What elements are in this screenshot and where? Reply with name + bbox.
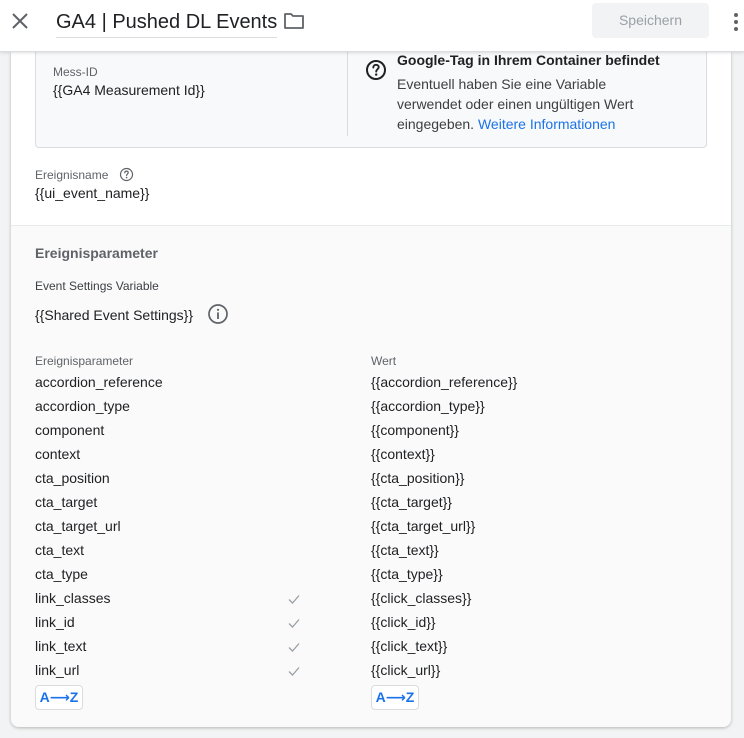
value-column-header: Wert	[371, 354, 397, 368]
param-value[interactable]: {{cta_target_url}}	[371, 518, 475, 534]
param-name[interactable]: link_id	[35, 614, 75, 630]
warning-text: Eventuell haben Sie eine Variable verwen…	[397, 74, 657, 134]
event-settings-value[interactable]: {{Shared Event Settings}}	[35, 307, 193, 323]
table-row: cta_text {{cta_text}}	[11, 539, 731, 563]
table-row: cta_target_url {{cta_target_url}}	[11, 515, 731, 539]
param-value[interactable]: {{click_id}}	[371, 614, 436, 630]
more-vert-icon[interactable]	[728, 10, 744, 34]
param-value[interactable]: {{accordion_reference}}	[371, 374, 517, 390]
param-table: accordion_reference {{accordion_reference…	[11, 371, 731, 683]
param-name[interactable]: accordion_type	[35, 398, 130, 414]
sort-params-button[interactable]: A⟶Z	[35, 685, 83, 710]
help-circle-icon	[365, 59, 387, 81]
section-heading: Ereignisparameter	[35, 245, 158, 261]
param-name[interactable]: accordion_reference	[35, 374, 163, 390]
divider	[347, 52, 348, 136]
param-name[interactable]: cta_position	[35, 470, 110, 486]
param-value[interactable]: {{context}}	[371, 446, 435, 462]
close-icon[interactable]	[8, 9, 32, 33]
param-column-header: Ereignisparameter	[35, 354, 134, 368]
param-name[interactable]: context	[35, 446, 80, 462]
check-icon	[286, 615, 302, 631]
check-icon	[286, 639, 302, 655]
table-row: accordion_type {{accordion_type}}	[11, 395, 731, 419]
table-row: cta_target {{cta_target}}	[11, 491, 731, 515]
param-value[interactable]: {{click_url}}	[371, 662, 440, 678]
param-name[interactable]: link_text	[35, 638, 86, 654]
param-name[interactable]: cta_text	[35, 542, 84, 558]
table-row: cta_type {{cta_type}}	[11, 563, 731, 587]
folder-icon[interactable]	[282, 10, 306, 32]
table-row: accordion_reference {{accordion_reference…	[11, 371, 731, 395]
param-name[interactable]: component	[35, 422, 104, 438]
event-name-label: Ereignisname	[35, 168, 109, 182]
event-settings-label: Event Settings Variable	[35, 279, 159, 293]
table-row: link_url {{click_url}}	[11, 659, 731, 683]
check-icon	[286, 663, 302, 679]
param-name[interactable]: cta_target_url	[35, 518, 121, 534]
table-row: link_text {{click_text}}	[11, 635, 731, 659]
event-name-value[interactable]: {{ui_event_name}}	[35, 185, 149, 201]
param-value[interactable]: {{component}}	[371, 422, 459, 438]
param-value[interactable]: {{cta_text}}	[371, 542, 439, 558]
param-name[interactable]: link_url	[35, 662, 79, 678]
warning-title: Google-Tag in Ihrem Container befindet	[397, 52, 660, 68]
learn-more-link[interactable]: Weitere Informationen	[478, 116, 615, 132]
param-value[interactable]: {{click_text}}	[371, 638, 447, 654]
param-name[interactable]: link_classes	[35, 590, 110, 606]
top-bar: GA4 | Pushed DL Events Speichern	[0, 0, 744, 52]
table-row: context {{context}}	[11, 443, 731, 467]
table-row: link_id {{click_id}}	[11, 611, 731, 635]
sort-values-button[interactable]: A⟶Z	[371, 685, 419, 710]
measurement-id-value[interactable]: {{GA4 Measurement Id}}	[53, 82, 205, 98]
table-row: cta_position {{cta_position}}	[11, 467, 731, 491]
param-value[interactable]: {{cta_type}}	[371, 566, 443, 582]
save-button[interactable]: Speichern	[592, 3, 709, 38]
param-value[interactable]: {{cta_target}}	[371, 494, 452, 510]
table-row: link_classes {{click_classes}}	[11, 587, 731, 611]
info-icon[interactable]	[207, 303, 229, 325]
help-icon[interactable]	[119, 167, 134, 182]
table-row: component {{component}}	[11, 419, 731, 443]
tag-config-card: Mess-ID {{GA4 Measurement Id}} Google-Ta…	[11, 52, 731, 727]
tag-title[interactable]: GA4 | Pushed DL Events	[56, 9, 278, 38]
measurement-config-box: Mess-ID {{GA4 Measurement Id}} Google-Ta…	[35, 52, 707, 148]
param-name[interactable]: cta_type	[35, 566, 88, 582]
param-name[interactable]: cta_target	[35, 494, 97, 510]
param-value[interactable]: {{click_classes}}	[371, 590, 471, 606]
measurement-id-label: Mess-ID	[53, 65, 98, 79]
param-value[interactable]: {{cta_position}}	[371, 470, 464, 486]
check-icon	[286, 591, 302, 607]
param-value[interactable]: {{accordion_type}}	[371, 398, 485, 414]
